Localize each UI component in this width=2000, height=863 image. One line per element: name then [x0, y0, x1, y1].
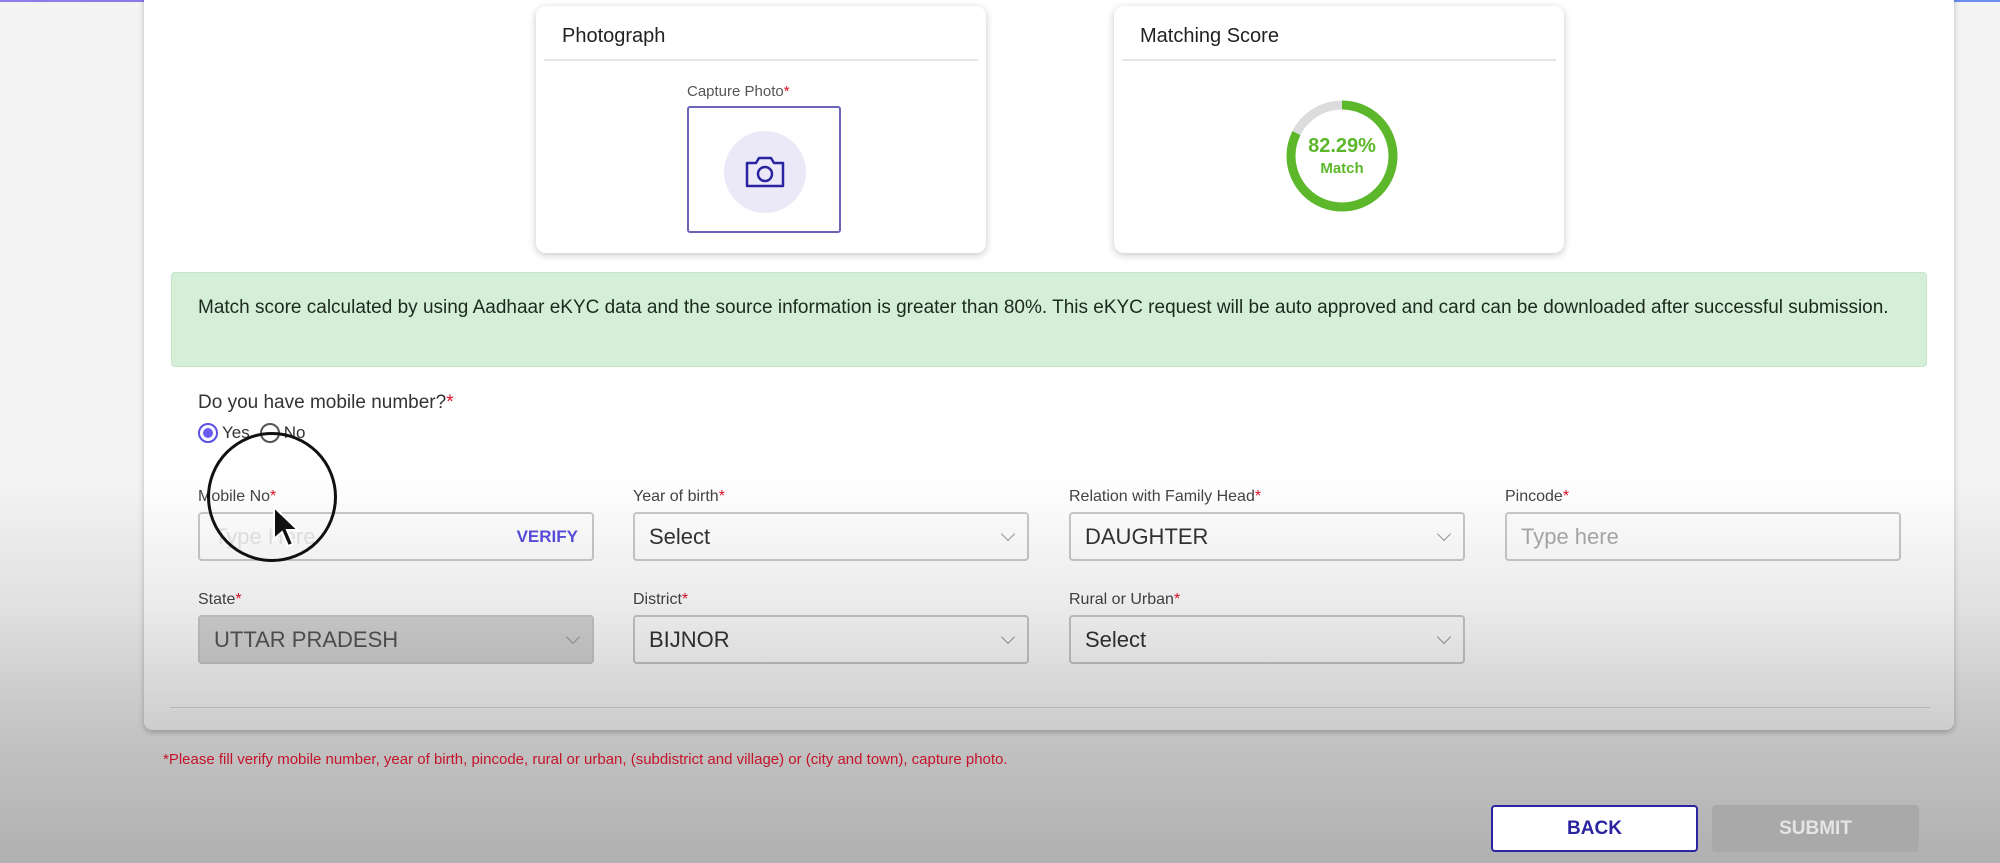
district-field: District* BIJNOR	[633, 591, 1029, 664]
match-score-text: 82.29% Match	[1286, 100, 1398, 212]
state-label: State*	[198, 591, 242, 608]
camera-icon	[724, 131, 806, 213]
divider	[544, 59, 978, 61]
state-select: UTTAR PRADESH	[198, 615, 594, 664]
chevron-down-icon	[1436, 526, 1452, 541]
matching-score-card: Matching Score 82.29% Match	[1114, 6, 1564, 253]
submit-button: SUBMIT	[1712, 805, 1919, 852]
match-label: Match	[1320, 160, 1364, 177]
district-select[interactable]: BIJNOR	[633, 615, 1029, 664]
divider	[1122, 59, 1556, 61]
photograph-title: Photograph	[562, 25, 666, 47]
relation-label: Relation with Family Head*	[1069, 488, 1262, 505]
chevron-down-icon	[1000, 526, 1016, 541]
match-percent: 82.29%	[1308, 135, 1376, 157]
chevron-down-icon	[1436, 629, 1452, 644]
matching-score-title: Matching Score	[1140, 25, 1279, 47]
chevron-down-icon	[1000, 629, 1016, 644]
rural-urban-label: Rural or Urban*	[1069, 591, 1181, 608]
capture-photo-button[interactable]	[687, 106, 841, 233]
year-of-birth-label: Year of birth*	[633, 488, 725, 505]
pincode-field: Pincode* Type here	[1505, 488, 1901, 561]
mobile-question-label: Do you have mobile number?*	[198, 392, 454, 413]
year-of-birth-select[interactable]: Select	[633, 512, 1029, 561]
validation-error: *Please fill verify mobile number, year …	[163, 751, 1008, 768]
capture-photo-label: Capture Photo*	[687, 83, 790, 100]
rural-urban-select[interactable]: Select	[1069, 615, 1465, 664]
radio-yes[interactable]	[198, 423, 218, 443]
chevron-down-icon	[565, 629, 581, 644]
divider	[170, 707, 1930, 708]
district-label: District*	[633, 591, 689, 608]
state-field: State* UTTAR PRADESH	[198, 591, 594, 664]
verify-button[interactable]: VERIFY	[517, 527, 578, 547]
back-button[interactable]: BACK	[1491, 805, 1698, 852]
rural-urban-field: Rural or Urban* Select	[1069, 591, 1465, 664]
match-info-banner: Match score calculated by using Aadhaar …	[171, 272, 1927, 367]
relation-select[interactable]: DAUGHTER	[1069, 512, 1465, 561]
relation-field: Relation with Family Head* DAUGHTER	[1069, 488, 1465, 561]
pincode-input[interactable]: Type here	[1505, 512, 1901, 561]
mouse-cursor-icon	[273, 505, 301, 548]
photograph-card: Photograph Capture Photo*	[536, 6, 986, 253]
year-of-birth-field: Year of birth* Select	[633, 488, 1029, 561]
pincode-label: Pincode*	[1505, 488, 1570, 505]
